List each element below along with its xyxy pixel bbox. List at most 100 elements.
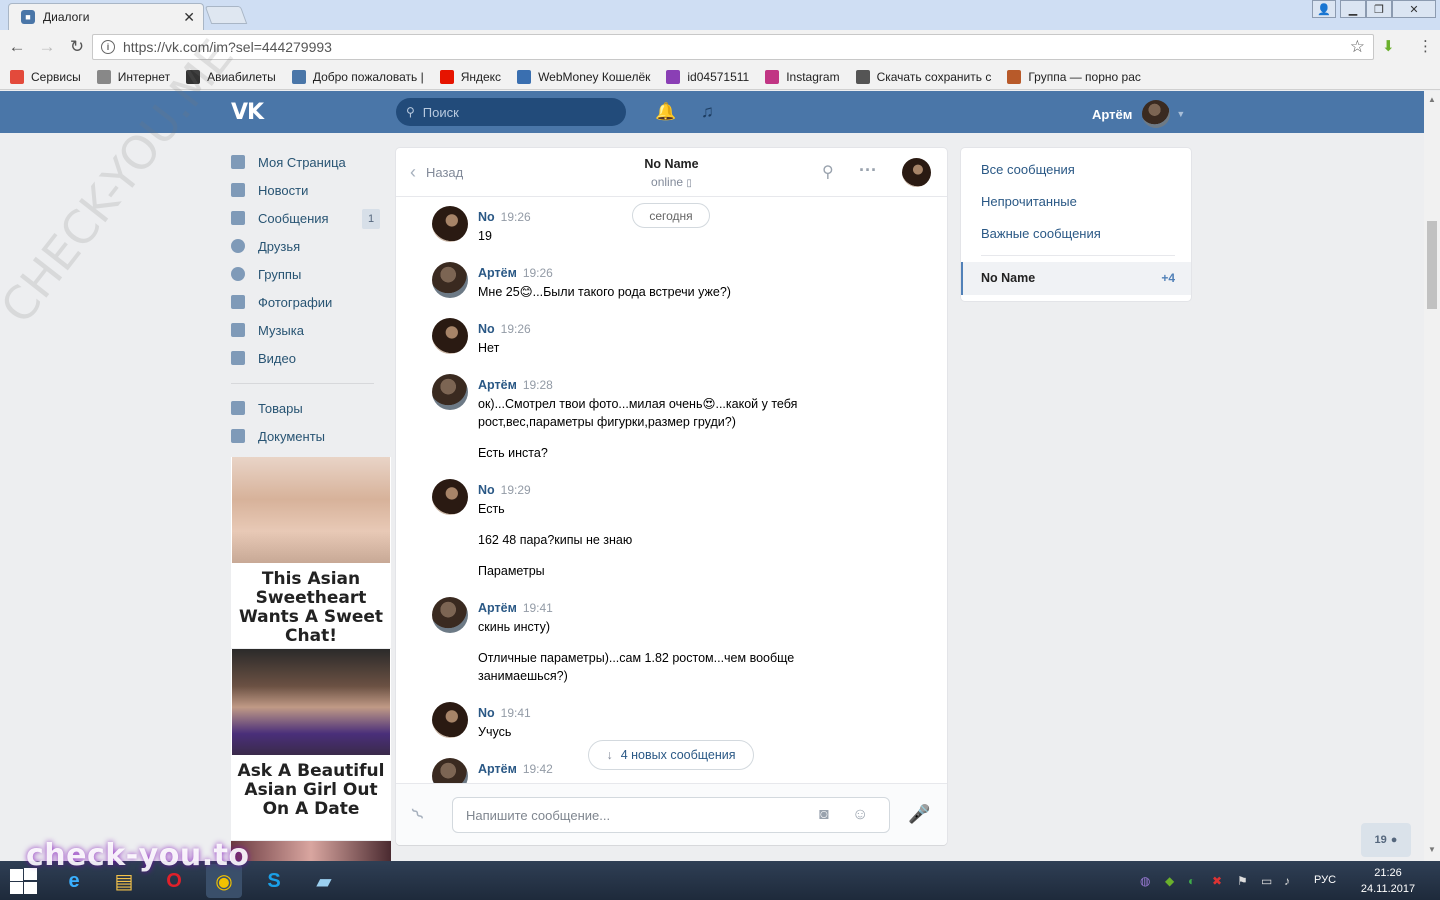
bookmark-item[interactable]: Instagram: [765, 69, 840, 84]
author-name: Артём: [478, 601, 517, 615]
search-icon[interactable]: ⚲: [822, 162, 834, 182]
filter-all-messages[interactable]: Все сообщения: [981, 162, 1075, 177]
bell-icon[interactable]: 🔔: [655, 102, 676, 122]
close-window-button[interactable]: ✕: [1392, 0, 1436, 18]
bookmark-item[interactable]: Скачать сохранить с: [855, 69, 991, 84]
author-avatar[interactable]: [432, 374, 468, 410]
message-line: 162 48 пара?кипы не знаю: [478, 533, 633, 547]
info-icon[interactable]: i: [101, 40, 115, 54]
message-input-box[interactable]: ◙ ☺: [452, 797, 890, 833]
bookmark-item[interactable]: Добро пожаловать |: [291, 69, 424, 84]
user-menu[interactable]: Артём ▼: [1092, 100, 1185, 128]
message-time: 19:28: [522, 378, 553, 392]
message-author[interactable]: No 19:26: [478, 210, 531, 224]
owl-icon: [1007, 69, 1022, 84]
ad-block[interactable]: This Asian Sweetheart Wants A Sweet Chat…: [231, 457, 391, 648]
paperclip-icon[interactable]: ⌇: [408, 804, 429, 825]
notepad-icon[interactable]: ▰: [306, 864, 342, 898]
author-avatar[interactable]: [432, 597, 468, 633]
author-avatar[interactable]: [432, 479, 468, 515]
tab-dialogs[interactable]: ■ Диалоги ✕: [8, 3, 204, 30]
display-icon[interactable]: ▭: [1261, 874, 1272, 888]
groups-icon: [231, 267, 245, 281]
bookmark-item[interactable]: Яндекс: [439, 69, 501, 84]
skype-tray-icon[interactable]: ◐: [1188, 874, 1195, 888]
sidebar-item-home[interactable]: Моя Страница: [231, 148, 391, 176]
camera-icon[interactable]: ◙: [819, 806, 829, 824]
new-messages-button[interactable]: ↓ 4 новых сообщения: [588, 740, 754, 770]
sidebar-item-camera[interactable]: Фотографии: [231, 288, 391, 316]
ad-image[interactable]: [231, 841, 391, 861]
page-scrollbar[interactable]: ▲ ▼: [1424, 91, 1440, 861]
ad-block[interactable]: Ask A Beautiful Asian Girl Out On A Date: [231, 649, 391, 840]
apps-grid-icon: [10, 69, 24, 84]
author-avatar[interactable]: [432, 262, 468, 298]
message-input[interactable]: [466, 807, 806, 823]
minimize-button[interactable]: ▁: [1340, 0, 1366, 18]
sidebar-item-video[interactable]: Видео: [231, 344, 391, 372]
forward-icon[interactable]: →: [34, 37, 60, 57]
author-avatar[interactable]: [432, 702, 468, 738]
vk-logo[interactable]: VK: [231, 100, 265, 125]
viber-tray-icon[interactable]: ◍: [1140, 874, 1150, 888]
tab-close-icon[interactable]: ✕: [183, 9, 195, 26]
microphone-icon[interactable]: 🎤: [908, 804, 930, 825]
download-extension-icon[interactable]: ⬇: [1382, 37, 1395, 55]
message-author[interactable]: No 19:26: [478, 322, 531, 336]
flag-icon[interactable]: ⚑: [1237, 874, 1248, 888]
music-note-icon[interactable]: ♫: [701, 102, 714, 122]
tray-app-icon[interactable]: ◆: [1165, 874, 1174, 888]
bookmark-star-icon[interactable]: ☆: [1350, 37, 1365, 57]
ad-title[interactable]: Ask A Beautiful Asian Girl Out On A Date: [231, 755, 391, 819]
active-dialog[interactable]: No Name +4: [961, 262, 1191, 295]
ad-title[interactable]: This Asian Sweetheart Wants A Sweet Chat…: [231, 563, 391, 646]
author-avatar[interactable]: [432, 206, 468, 242]
bookmark-item[interactable]: Сервисы: [10, 69, 81, 84]
search-input[interactable]: [422, 104, 603, 120]
profile-icon[interactable]: 👤: [1312, 0, 1336, 18]
message-author[interactable]: Артём 19:41: [478, 601, 553, 615]
volume-icon[interactable]: ♪: [1284, 874, 1290, 888]
smile-icon[interactable]: ☺: [852, 806, 868, 824]
sidebar-item-news[interactable]: Новости: [231, 176, 391, 204]
author-avatar[interactable]: [432, 758, 468, 783]
sidebar-item-document[interactable]: Документы: [231, 422, 391, 450]
message-author[interactable]: No 19:29: [478, 483, 531, 497]
sidebar-item-friends[interactable]: Друзья: [231, 232, 391, 260]
sidebar-item-bag[interactable]: Товары: [231, 394, 391, 422]
sidebar-item-label: Группы: [258, 266, 302, 282]
ad-image[interactable]: [232, 649, 390, 755]
message-author[interactable]: Артём 19:28: [478, 378, 553, 392]
message-author[interactable]: Артём 19:42: [478, 762, 553, 776]
scroll-thumb[interactable]: [1427, 221, 1437, 309]
message-list[interactable]: сегодня No 19:26 19 Артём 19:26 Мне 25😊...Был…: [396, 198, 947, 783]
search-box[interactable]: ⚲: [396, 98, 626, 126]
peer-avatar[interactable]: [902, 158, 931, 187]
message-author[interactable]: No 19:41: [478, 706, 531, 720]
sidebar-item-messages[interactable]: Сообщения 1: [231, 204, 391, 232]
network-warning-icon[interactable]: ✖: [1212, 874, 1222, 888]
reload-icon[interactable]: ↻: [64, 37, 90, 57]
bookmark-item[interactable]: WebMoney Кошелёк: [517, 69, 650, 84]
scroll-up-icon[interactable]: ▲: [1424, 95, 1440, 104]
author-avatar[interactable]: [432, 318, 468, 354]
address-bar[interactable]: i https://vk.com/im?sel=444279993 ☆: [92, 34, 1374, 60]
menu-icon[interactable]: ⋮: [1418, 37, 1433, 55]
bookmark-item[interactable]: Группа — порно рас: [1007, 69, 1141, 84]
skype-icon[interactable]: S: [256, 864, 292, 898]
scroll-down-icon[interactable]: ▼: [1424, 845, 1440, 854]
more-icon[interactable]: ···: [859, 160, 877, 181]
filter-unread[interactable]: Непрочитанные: [981, 194, 1077, 209]
language-indicator[interactable]: РУС: [1314, 874, 1336, 886]
online-friends-widget[interactable]: 19 ●: [1361, 823, 1411, 857]
filter-important[interactable]: Важные сообщения: [981, 226, 1101, 241]
sidebar-item-music[interactable]: Музыка: [231, 316, 391, 344]
bookmark-item[interactable]: id04571511: [666, 69, 749, 84]
new-tab-button[interactable]: [204, 6, 248, 24]
ad-image[interactable]: [232, 457, 390, 563]
maximize-button[interactable]: ❐: [1366, 0, 1392, 18]
back-icon[interactable]: ←: [4, 37, 30, 57]
clock[interactable]: 21:26 24.11.2017: [1352, 865, 1424, 897]
message-author[interactable]: Артём 19:26: [478, 266, 553, 280]
sidebar-item-groups[interactable]: Группы: [231, 260, 391, 288]
